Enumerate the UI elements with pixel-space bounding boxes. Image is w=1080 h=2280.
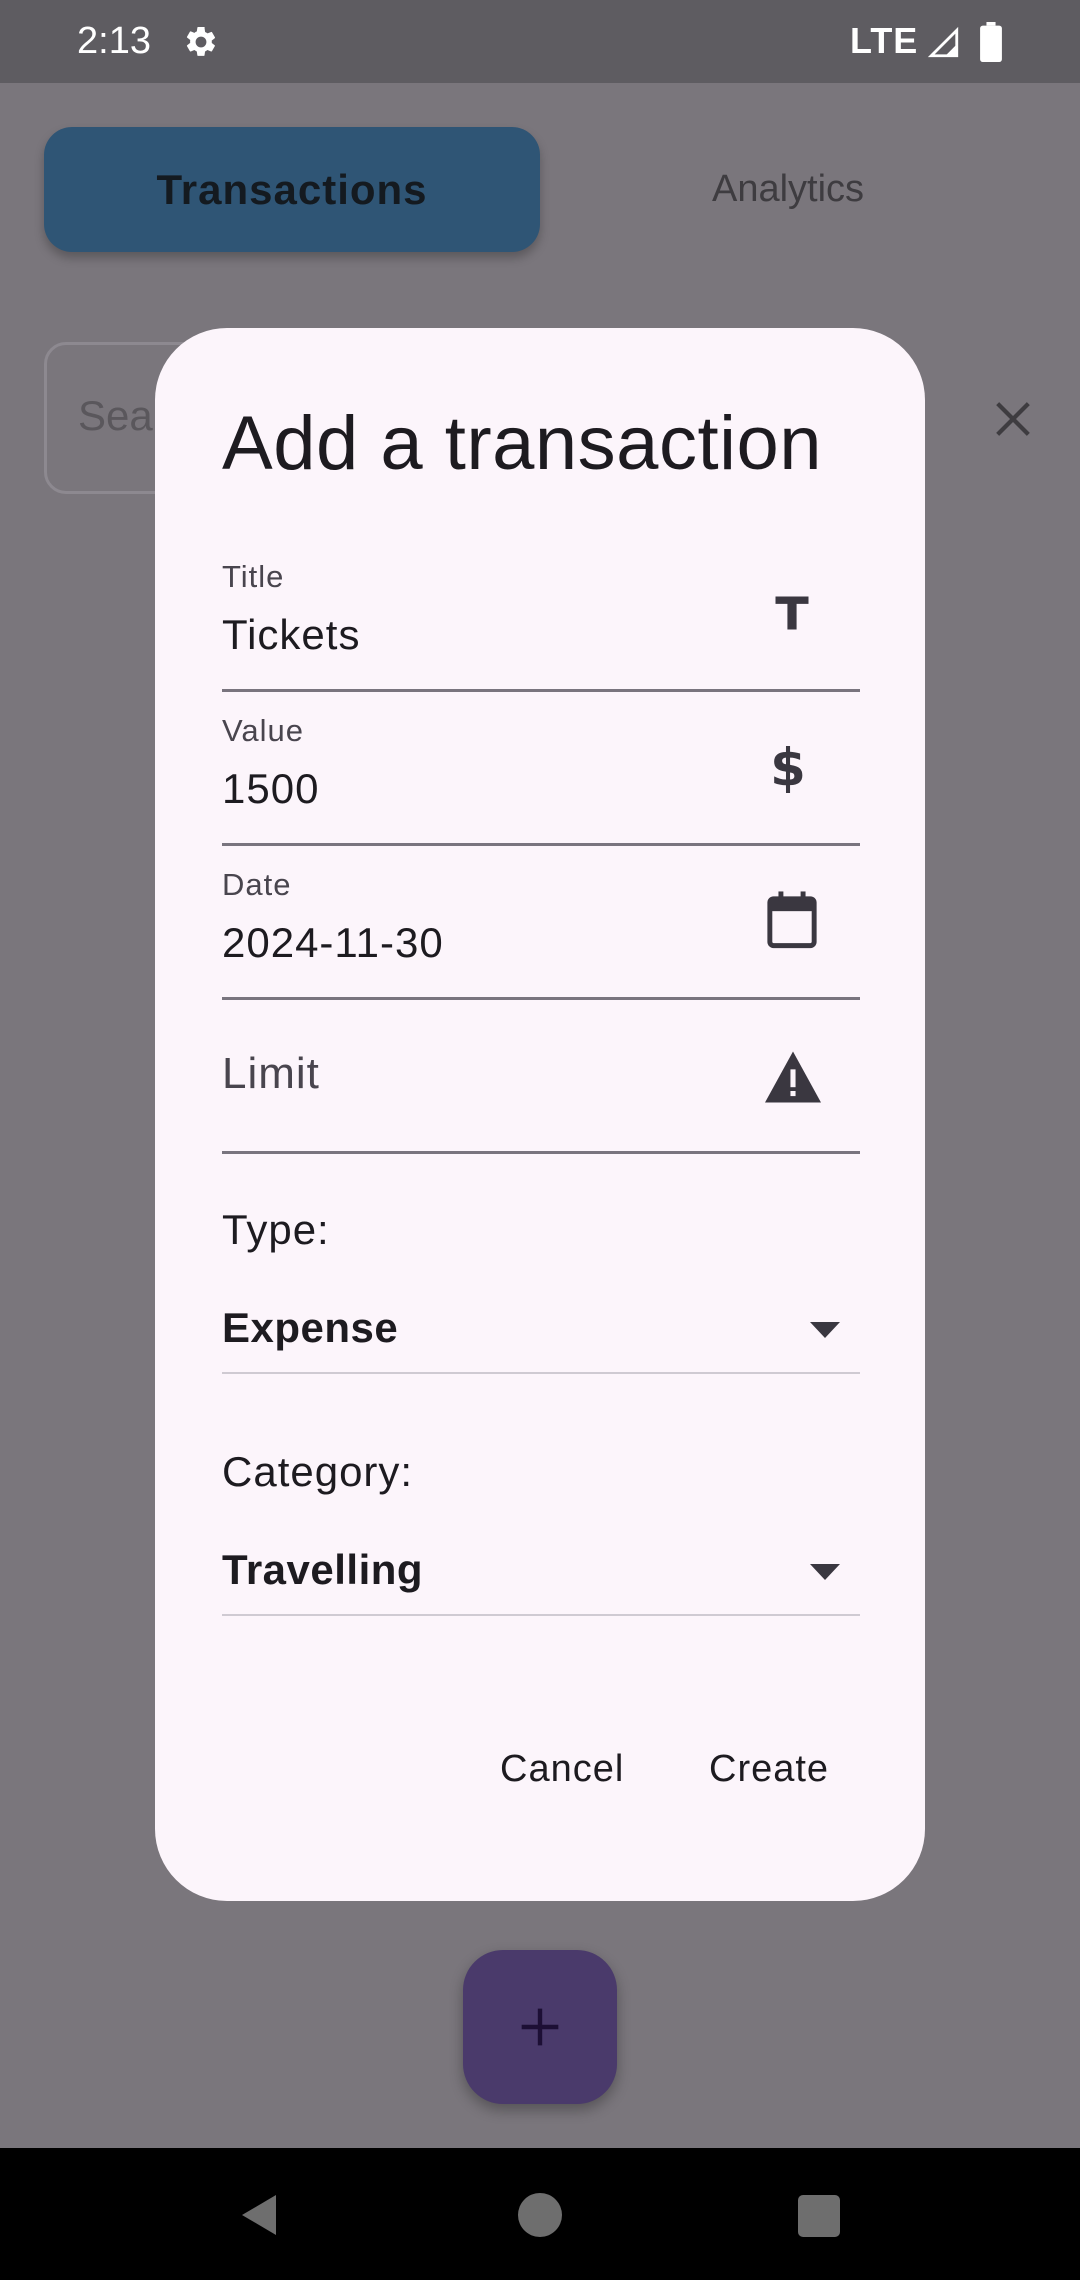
date-field[interactable]: Date 2024-11-30 — [222, 863, 860, 1000]
limit-field-placeholder: Limit — [222, 1049, 320, 1098]
search-placeholder: Sea — [78, 392, 153, 439]
title-field-value: Tickets — [222, 611, 361, 658]
value-field-underline — [222, 843, 860, 846]
type-dropdown-underline — [222, 1372, 860, 1374]
category-label: Category: — [222, 1448, 414, 1495]
title-field-label: Title — [222, 559, 285, 594]
date-field-underline — [222, 997, 860, 1000]
close-icon[interactable] — [990, 396, 1036, 442]
warning-icon — [765, 1051, 821, 1103]
tab-analytics[interactable]: Analytics — [620, 127, 956, 252]
text-t-icon — [775, 596, 809, 630]
type-label: Type: — [222, 1206, 330, 1253]
network-type: LTE — [850, 20, 919, 61]
title-field[interactable]: Title Tickets — [222, 555, 860, 692]
calendar-icon[interactable] — [762, 889, 822, 953]
title-field-underline — [222, 689, 860, 692]
create-button[interactable]: Create — [709, 1748, 829, 1791]
value-field[interactable]: Value 1500 $ — [222, 709, 860, 846]
value-field-label: Value — [222, 713, 304, 748]
battery-icon — [980, 22, 1002, 62]
date-field-value: 2024-11-30 — [222, 919, 444, 966]
category-dropdown[interactable]: Travelling — [222, 1542, 860, 1618]
chevron-down-icon — [810, 1322, 840, 1338]
type-dropdown[interactable]: Expense — [222, 1300, 860, 1376]
add-transaction-button[interactable] — [463, 1950, 617, 2104]
svg-text:$: $ — [770, 739, 806, 795]
value-field-value: 1500 — [222, 765, 320, 812]
home-icon[interactable] — [518, 2193, 562, 2237]
date-field-label: Date — [222, 867, 292, 902]
back-icon[interactable] — [236, 2190, 284, 2240]
chevron-down-icon — [810, 1564, 840, 1580]
category-dropdown-underline — [222, 1614, 860, 1616]
dollar-icon: $ — [770, 739, 806, 795]
dialog-title: Add a transaction — [222, 401, 822, 486]
type-selected-value: Expense — [222, 1304, 399, 1351]
limit-field-underline — [222, 1151, 860, 1154]
category-selected-value: Travelling — [222, 1546, 424, 1593]
status-time: 2:13 — [77, 20, 151, 62]
cancel-button[interactable]: Cancel — [500, 1748, 624, 1791]
signal-icon — [927, 26, 959, 58]
status-bar: 2:13 LTE — [0, 0, 1080, 83]
limit-field[interactable]: Limit — [222, 1017, 860, 1154]
tab-transactions[interactable]: Transactions — [44, 127, 540, 252]
plus-icon — [521, 2008, 559, 2046]
gear-icon — [186, 26, 216, 56]
recent-apps-icon[interactable] — [798, 2195, 840, 2237]
